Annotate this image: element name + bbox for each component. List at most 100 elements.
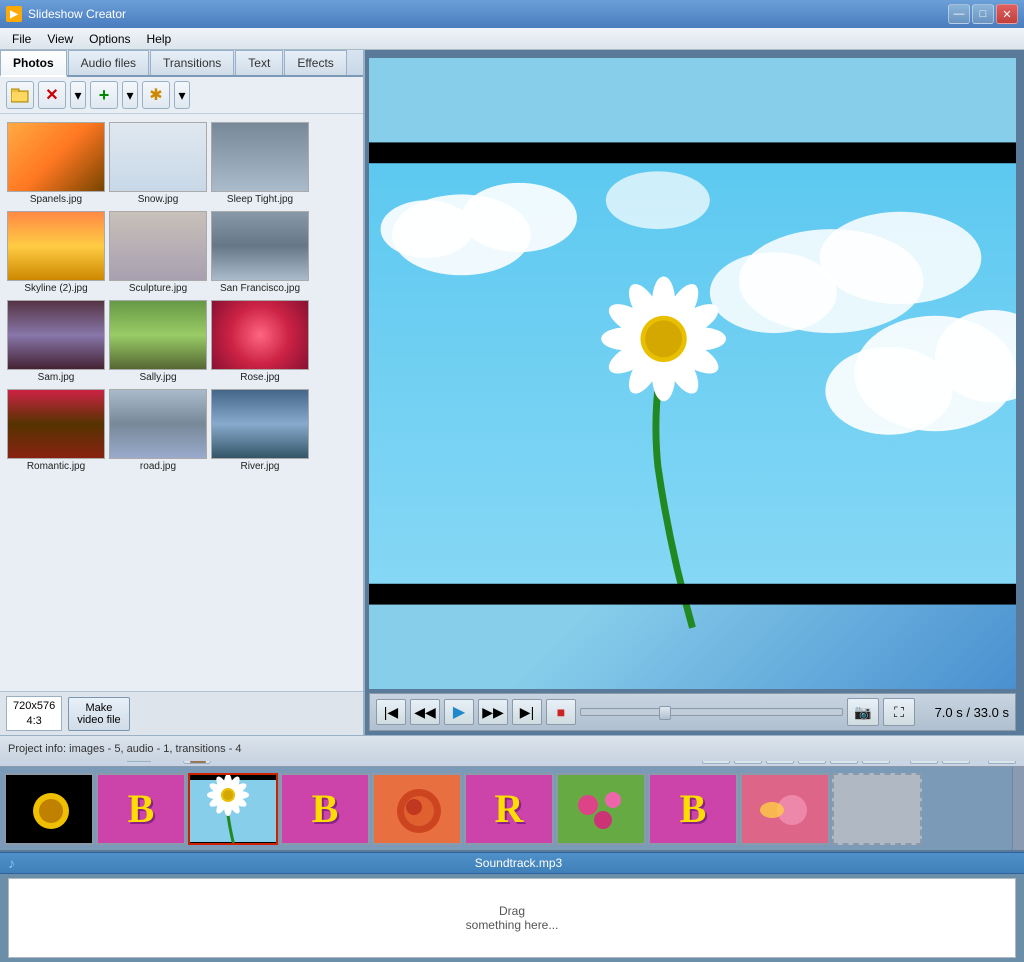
timeline-item-5[interactable]: R bbox=[464, 773, 554, 845]
forward-button[interactable]: ▶▶ bbox=[478, 699, 508, 725]
status-bar: Project info: images - 5, audio - 1, tra… bbox=[0, 735, 1024, 761]
open-folder-button[interactable] bbox=[6, 81, 34, 109]
photo-label-sam: Sam.jpg bbox=[38, 372, 75, 383]
forward-end-button[interactable]: ▶| bbox=[512, 699, 542, 725]
photo-item-romantic[interactable]: Romantic.jpg bbox=[6, 387, 106, 474]
photo-label-snow: Snow.jpg bbox=[138, 194, 179, 205]
title-bar-text: Slideshow Creator bbox=[28, 7, 942, 21]
photo-thumb-sam bbox=[7, 300, 105, 370]
timeline-item-9[interactable] bbox=[832, 773, 922, 845]
photo-item-road[interactable]: road.jpg bbox=[108, 387, 208, 474]
tab-effects[interactable]: Effects bbox=[284, 50, 346, 75]
photo-label-skyline: Skyline (2).jpg bbox=[24, 283, 87, 294]
delete-button[interactable]: ✕ bbox=[38, 81, 66, 109]
tab-text[interactable]: Text bbox=[235, 50, 283, 75]
tab-audio[interactable]: Audio files bbox=[68, 50, 149, 75]
photo-label-sally: Sally.jpg bbox=[139, 372, 176, 383]
playback-controls: |◀ ◀◀ ▶ ▶▶ ▶| ■ 📷 ⛶ 7.0 s / 33.0 s bbox=[369, 693, 1016, 731]
preview-image bbox=[369, 58, 1016, 689]
menu-file[interactable]: File bbox=[4, 30, 39, 48]
photo-label-sanfran: San Francisco.jpg bbox=[220, 283, 300, 294]
maximize-button[interactable]: □ bbox=[972, 4, 994, 24]
timeline-item-0[interactable] bbox=[4, 773, 94, 845]
time-display: 7.0 s / 33.0 s bbox=[919, 705, 1009, 720]
drag-area[interactable]: Drag something here... bbox=[8, 878, 1016, 958]
photo-item-sleeptight[interactable]: Sleep Tight.jpg bbox=[210, 120, 310, 207]
bottom-section: FragmentDuration 00:05.000 ⏱ 💾 ↩ ✂ 📋 📄 ✕… bbox=[0, 735, 1024, 962]
photo-label-sleeptight: Sleep Tight.jpg bbox=[227, 194, 293, 205]
app-icon: ▶ bbox=[6, 6, 22, 22]
special-button[interactable]: ✱ bbox=[142, 81, 170, 109]
photo-label-romantic: Romantic.jpg bbox=[27, 461, 85, 472]
preview-svg bbox=[369, 58, 1016, 689]
add-dropdown[interactable]: ▾ bbox=[122, 81, 138, 109]
progress-bar[interactable] bbox=[580, 708, 843, 716]
preview-area bbox=[369, 58, 1016, 689]
photo-thumb-sanfran bbox=[211, 211, 309, 281]
minimize-button[interactable]: — bbox=[948, 4, 970, 24]
timeline-item-2[interactable] bbox=[188, 773, 278, 845]
audio-icon: ♪ bbox=[8, 855, 15, 871]
menu-options[interactable]: Options bbox=[81, 30, 138, 48]
photo-item-sally[interactable]: Sally.jpg bbox=[108, 298, 208, 385]
title-bar-buttons: — □ ✕ bbox=[948, 4, 1018, 24]
photo-label-road: road.jpg bbox=[140, 461, 176, 472]
drag-area-text: Drag something here... bbox=[466, 904, 559, 932]
progress-thumb[interactable] bbox=[659, 706, 671, 720]
photo-thumb-road bbox=[109, 389, 207, 459]
timeline-container[interactable]: B bbox=[0, 767, 1024, 852]
photo-item-river[interactable]: River.jpg bbox=[210, 387, 310, 474]
menu-view[interactable]: View bbox=[39, 30, 81, 48]
photo-thumb-sally bbox=[109, 300, 207, 370]
photo-thumb-rose bbox=[211, 300, 309, 370]
menu-help[interactable]: Help bbox=[139, 30, 180, 48]
photo-thumb-spanels bbox=[7, 122, 105, 192]
rewind-start-button[interactable]: |◀ bbox=[376, 699, 406, 725]
close-button[interactable]: ✕ bbox=[996, 4, 1018, 24]
stop-button[interactable]: ■ bbox=[546, 699, 576, 725]
title-bar: ▶ Slideshow Creator — □ ✕ bbox=[0, 0, 1024, 28]
rewind-button[interactable]: ◀◀ bbox=[410, 699, 440, 725]
add-button[interactable]: + bbox=[90, 81, 118, 109]
video-controls-bottom: 720x576 4:3 Makevideo file bbox=[0, 691, 363, 735]
photo-item-spanels[interactable]: Spanels.jpg bbox=[6, 120, 106, 207]
video-size-display: 720x576 4:3 bbox=[6, 696, 62, 731]
photo-thumb-sleeptight bbox=[211, 122, 309, 192]
menu-bar: File View Options Help bbox=[0, 28, 1024, 50]
make-video-button[interactable]: Makevideo file bbox=[68, 697, 129, 731]
photo-grid-container[interactable]: Spanels.jpg Snow.jpg Sleep Tight.jpg Sky… bbox=[0, 114, 363, 691]
timeline-scrollbar[interactable] bbox=[1012, 767, 1024, 850]
left-panel: Photos Audio files Transitions Text Effe… bbox=[0, 50, 365, 735]
timeline-item-3[interactable]: B bbox=[280, 773, 370, 845]
camera-button[interactable]: 📷 bbox=[847, 698, 879, 726]
photo-item-sanfran[interactable]: San Francisco.jpg bbox=[210, 209, 310, 296]
photo-label-rose: Rose.jpg bbox=[240, 372, 279, 383]
tab-transitions[interactable]: Transitions bbox=[150, 50, 234, 75]
timeline-item-4[interactable] bbox=[372, 773, 462, 845]
timeline-item-1[interactable]: B bbox=[96, 773, 186, 845]
photos-toolbar: ✕ ▾ + ▾ ✱ ▾ bbox=[0, 77, 363, 114]
photo-thumb-river bbox=[211, 389, 309, 459]
status-text: Project info: images - 5, audio - 1, tra… bbox=[8, 743, 242, 755]
right-panel: |◀ ◀◀ ▶ ▶▶ ▶| ■ 📷 ⛶ 7.0 s / 33.0 s bbox=[365, 50, 1024, 735]
delete-dropdown[interactable]: ▾ bbox=[70, 81, 86, 109]
photo-thumb-sculpture bbox=[109, 211, 207, 281]
timeline-item-7[interactable]: B bbox=[648, 773, 738, 845]
tab-photos[interactable]: Photos bbox=[0, 50, 67, 77]
timeline-item-6[interactable] bbox=[556, 773, 646, 845]
photo-label-river: River.jpg bbox=[241, 461, 280, 472]
photo-label-sculpture: Sculpture.jpg bbox=[129, 283, 187, 294]
audio-bar: ♪ Soundtrack.mp3 bbox=[0, 852, 1024, 874]
photo-item-rose[interactable]: Rose.jpg bbox=[210, 298, 310, 385]
photo-item-skyline[interactable]: Skyline (2).jpg bbox=[6, 209, 106, 296]
timeline-item-8[interactable] bbox=[740, 773, 830, 845]
play-button[interactable]: ▶ bbox=[444, 699, 474, 725]
photo-item-snow[interactable]: Snow.jpg bbox=[108, 120, 208, 207]
photo-thumb-romantic bbox=[7, 389, 105, 459]
photo-item-sam[interactable]: Sam.jpg bbox=[6, 298, 106, 385]
special-dropdown[interactable]: ▾ bbox=[174, 81, 190, 109]
photo-item-sculpture[interactable]: Sculpture.jpg bbox=[108, 209, 208, 296]
photo-grid: Spanels.jpg Snow.jpg Sleep Tight.jpg Sky… bbox=[4, 118, 359, 476]
fullscreen-button[interactable]: ⛶ bbox=[883, 698, 915, 726]
photo-thumb-snow bbox=[109, 122, 207, 192]
